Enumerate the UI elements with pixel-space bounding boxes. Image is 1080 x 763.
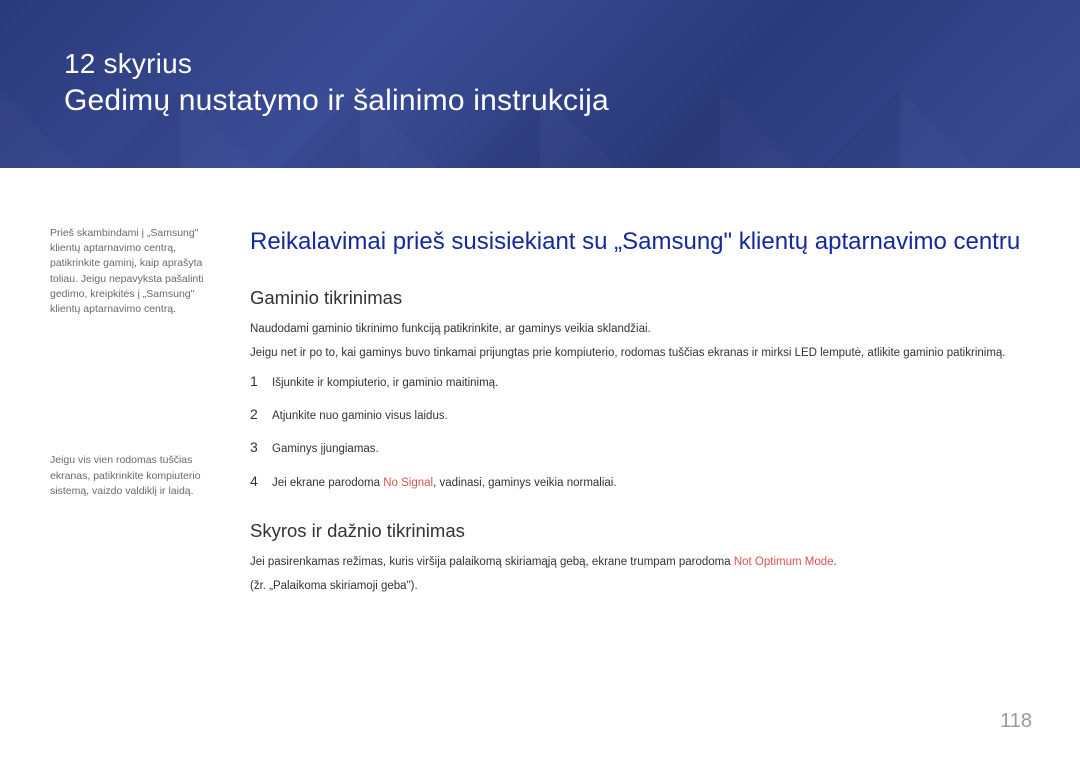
side-note-2: Jeigu vis vien rodomas tuščias ekranas, … <box>50 453 226 499</box>
subsection-heading-1: Gaminio tikrinimas <box>250 287 1030 309</box>
section-heading: Reikalavimai prieš susisiekiant su „Sams… <box>250 226 1030 257</box>
warning-term: Not Optimum Mode <box>734 556 834 568</box>
step-number: 3 <box>250 439 272 455</box>
subsection-heading-2: Skyros ir dažnio tikrinimas <box>250 520 1030 542</box>
side-note-1: Prieš skambindami į „Samsung" klientų ap… <box>50 226 226 317</box>
list-item: 3 Gaminys įjungiamas. <box>250 439 1030 458</box>
step-number: 1 <box>250 373 272 389</box>
chapter-number: 12 skyrius <box>64 48 1016 80</box>
step-number: 4 <box>250 473 272 489</box>
step-text: Gaminys įjungiamas. <box>272 441 379 458</box>
paragraph: Naudodami gaminio tikrinimo funkciją pat… <box>250 321 1030 339</box>
step-list: 1 Išjunkite ir kompiuterio, ir gaminio m… <box>250 373 1030 492</box>
paragraph: Jei pasirenkamas režimas, kuris viršija … <box>250 554 1030 572</box>
step-text: Jei ekrane parodoma No Signal, vadinasi,… <box>272 475 617 492</box>
page-number: 118 <box>1000 710 1032 733</box>
sidebar: Prieš skambindami į „Samsung" klientų ap… <box>50 226 250 601</box>
step-text-pre: Jei ekrane parodoma <box>272 477 383 489</box>
paragraph: (žr. „Palaikoma skiriamoji geba"). <box>250 578 1030 596</box>
list-item: 1 Išjunkite ir kompiuterio, ir gaminio m… <box>250 373 1030 392</box>
step-text: Išjunkite ir kompiuterio, ir gaminio mai… <box>272 375 498 392</box>
step-number: 2 <box>250 406 272 422</box>
main-column: Reikalavimai prieš susisiekiant su „Sams… <box>250 226 1030 601</box>
paragraph-post: . <box>834 556 837 568</box>
warning-term: No Signal <box>383 477 433 489</box>
paragraph-pre: Jei pasirenkamas režimas, kuris viršija … <box>250 556 734 568</box>
chapter-banner: 12 skyrius Gedimų nustatymo ir šalinimo … <box>0 0 1080 168</box>
content-area: Prieš skambindami į „Samsung" klientų ap… <box>0 168 1080 601</box>
paragraph: Jeigu net ir po to, kai gaminys buvo tin… <box>250 345 1030 363</box>
chapter-title: Gedimų nustatymo ir šalinimo instrukcija <box>64 84 1016 118</box>
step-text-post: , vadinasi, gaminys veikia normaliai. <box>433 477 616 489</box>
list-item: 2 Atjunkite nuo gaminio visus laidus. <box>250 406 1030 425</box>
list-item: 4 Jei ekrane parodoma No Signal, vadinas… <box>250 473 1030 492</box>
step-text: Atjunkite nuo gaminio visus laidus. <box>272 408 448 425</box>
